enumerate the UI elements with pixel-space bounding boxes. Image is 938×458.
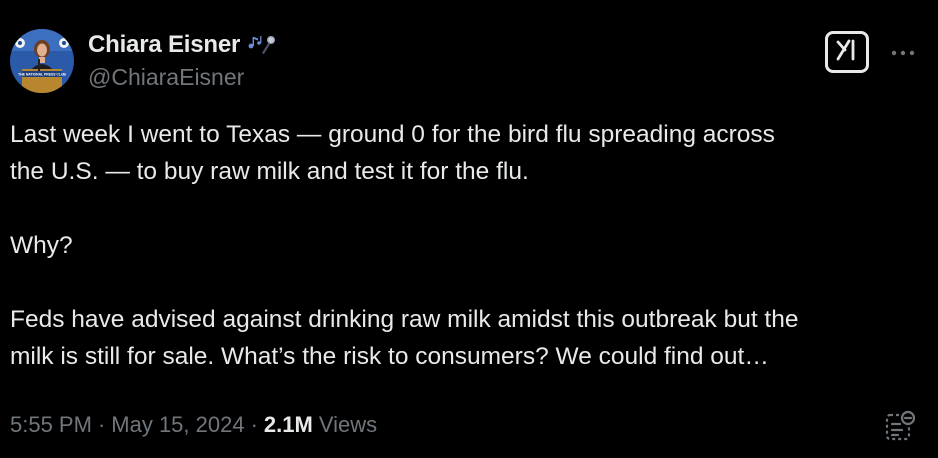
meta-separator: · xyxy=(250,412,258,437)
tweet-meta: 5:55 PM · May 15, 2024 · 2.1M Views xyxy=(10,412,377,438)
tweet-text-line: Last week I went to Texas — ground 0 for… xyxy=(10,121,775,148)
tweet-text-line: the U.S. — to buy raw milk and test it f… xyxy=(10,158,529,185)
view-analytics-button[interactable] xyxy=(884,410,916,442)
avatar[interactable]: THE NATIONAL PRESS CLUB xyxy=(10,29,74,93)
tweet-card: THE NATIONAL PRESS CLUB Chiara Eisner @C… xyxy=(0,0,938,458)
tweet-text-line: Feds have advised against drinking raw m… xyxy=(10,306,799,333)
more-options-button[interactable] xyxy=(888,40,918,64)
tweet-text-line: Why? xyxy=(10,232,73,259)
author-handle[interactable]: @ChiaraEisner xyxy=(88,64,244,91)
display-name[interactable]: Chiara Eisner xyxy=(88,31,240,59)
view-analytics-icon xyxy=(884,410,916,446)
more-options-icon xyxy=(891,43,915,61)
views-count: 2.1M xyxy=(263,412,313,437)
tweet-time[interactable]: 5:55 PM xyxy=(10,412,92,438)
avatar-image: THE NATIONAL PRESS CLUB xyxy=(10,29,74,93)
avatar-banner-text: THE NATIONAL PRESS CLUB xyxy=(18,73,66,77)
grok-icon xyxy=(834,38,860,67)
author-name-row: Chiara Eisner xyxy=(88,30,277,60)
tweet-text-line: milk is still for sale. What’s the risk … xyxy=(10,343,769,370)
notes-and-microphone-icon xyxy=(247,33,277,57)
grok-button[interactable] xyxy=(825,31,869,73)
tweet-text: Last week I went to Texas — ground 0 for… xyxy=(10,116,925,375)
views-label: Views xyxy=(318,412,378,437)
meta-separator: · xyxy=(97,412,106,437)
tweet-date[interactable]: May 15, 2024 xyxy=(111,412,244,438)
